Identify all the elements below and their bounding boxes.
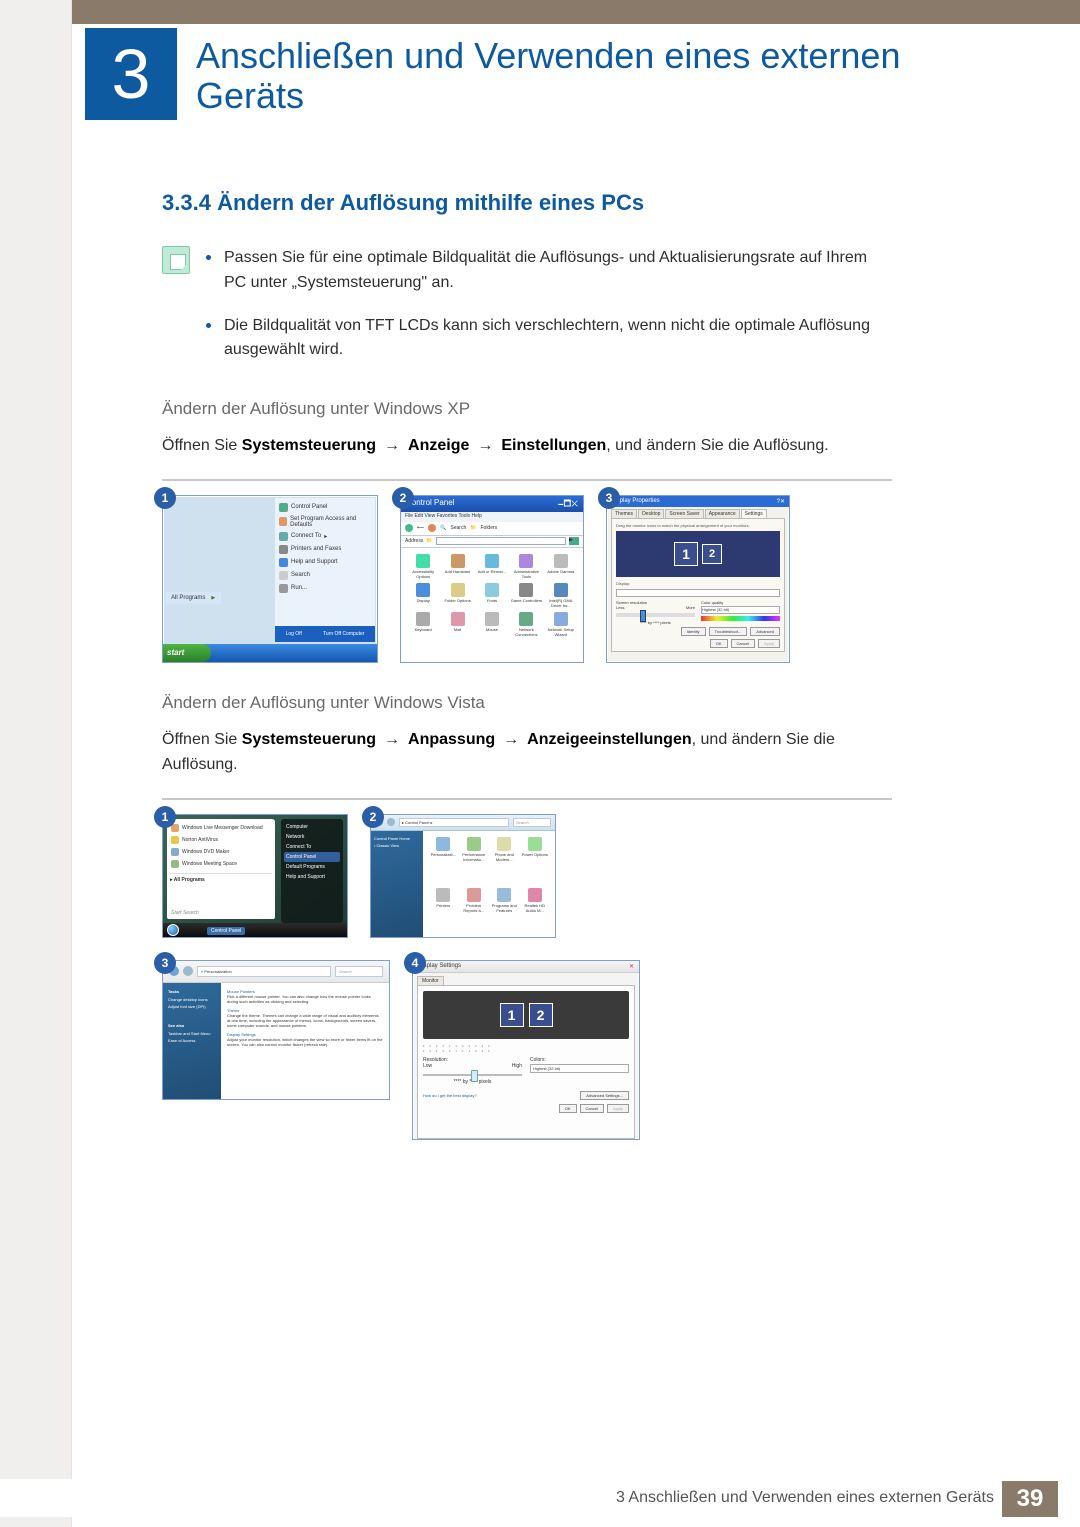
page-number: 39 bbox=[1002, 1481, 1058, 1517]
section-number: 3.3.4 bbox=[162, 190, 211, 215]
xp-path-text: Öffnen Sie Systemsteuerung→Anzeige→Einst… bbox=[162, 433, 892, 459]
page-footer: 3 Anschließen und Verwenden eines extern… bbox=[0, 1479, 1080, 1517]
section-title: Ändern der Auflösung mithilfe eines PCs bbox=[217, 190, 644, 215]
divider bbox=[162, 479, 892, 481]
start-orb-icon bbox=[167, 924, 179, 936]
note-icon bbox=[162, 246, 190, 274]
step-badge: 2 bbox=[362, 806, 384, 828]
note-bullet: Die Bildqualität von TFT LCDs kann sich … bbox=[206, 314, 892, 364]
step-badge: 2 bbox=[392, 487, 414, 509]
note-bullet-list: Passen Sie für eine optimale Bildqualitä… bbox=[206, 246, 892, 381]
step-badge: 3 bbox=[154, 952, 176, 974]
vista-path-text: Öffnen Sie Systemsteuerung→Anpassung→Anz… bbox=[162, 727, 892, 778]
vista-screenshot-row-2: 3 « Personalization Search Tasks Change … bbox=[162, 960, 892, 1140]
vista-controlpanel-screenshot: ▸ Control Panel ▸ Search Control Panel H… bbox=[370, 814, 556, 938]
vista-screenshot-row-1: 1 Windows Live Messenger Download Norton… bbox=[162, 814, 892, 938]
xp-subheading: Ändern der Auflösung unter Windows XP bbox=[162, 399, 892, 419]
vista-subheading: Ändern der Auflösung unter Windows Vista bbox=[162, 693, 892, 713]
footer-chapter-ref: 3 Anschließen und Verwenden eines extern… bbox=[616, 1489, 994, 1507]
step-badge: 3 bbox=[598, 487, 620, 509]
vista-personalization-screenshot: « Personalization Search Tasks Change de… bbox=[162, 960, 390, 1100]
vista-display-settings-screenshot: Display Settings✕ Monitor 1 2 • • • • • … bbox=[412, 960, 640, 1140]
top-accent-bar bbox=[0, 0, 1080, 24]
section-heading: 3.3.4 Ändern der Auflösung mithilfe eine… bbox=[162, 190, 892, 216]
vista-startmenu-screenshot: Windows Live Messenger Download Norton A… bbox=[162, 814, 348, 938]
note-bullet: Passen Sie für eine optimale Bildqualitä… bbox=[206, 246, 892, 296]
xp-controlpanel-screenshot: Control Panel🗕🗖✕ File Edit View Favorite… bbox=[400, 495, 584, 663]
side-accent-bar bbox=[0, 0, 72, 1527]
start-button: start bbox=[163, 644, 211, 662]
all-programs: All Programs bbox=[165, 592, 221, 604]
xp-display-properties-screenshot: Display Properties?✕ Themes Desktop Scre… bbox=[606, 495, 790, 663]
step-badge: 4 bbox=[404, 952, 426, 974]
xp-startmenu-screenshot: Control Panel Set Program Access and Def… bbox=[162, 495, 378, 663]
chapter-title: Anschließen und Verwenden eines externen… bbox=[196, 36, 976, 115]
chapter-number-badge: 3 bbox=[85, 28, 177, 120]
note-block: Passen Sie für eine optimale Bildqualitä… bbox=[162, 246, 892, 381]
step-badge: 1 bbox=[154, 487, 176, 509]
step-badge: 1 bbox=[154, 806, 176, 828]
xp-screenshot-row: 1 Control Panel Set Program Access and D… bbox=[162, 495, 892, 663]
divider bbox=[162, 798, 892, 800]
